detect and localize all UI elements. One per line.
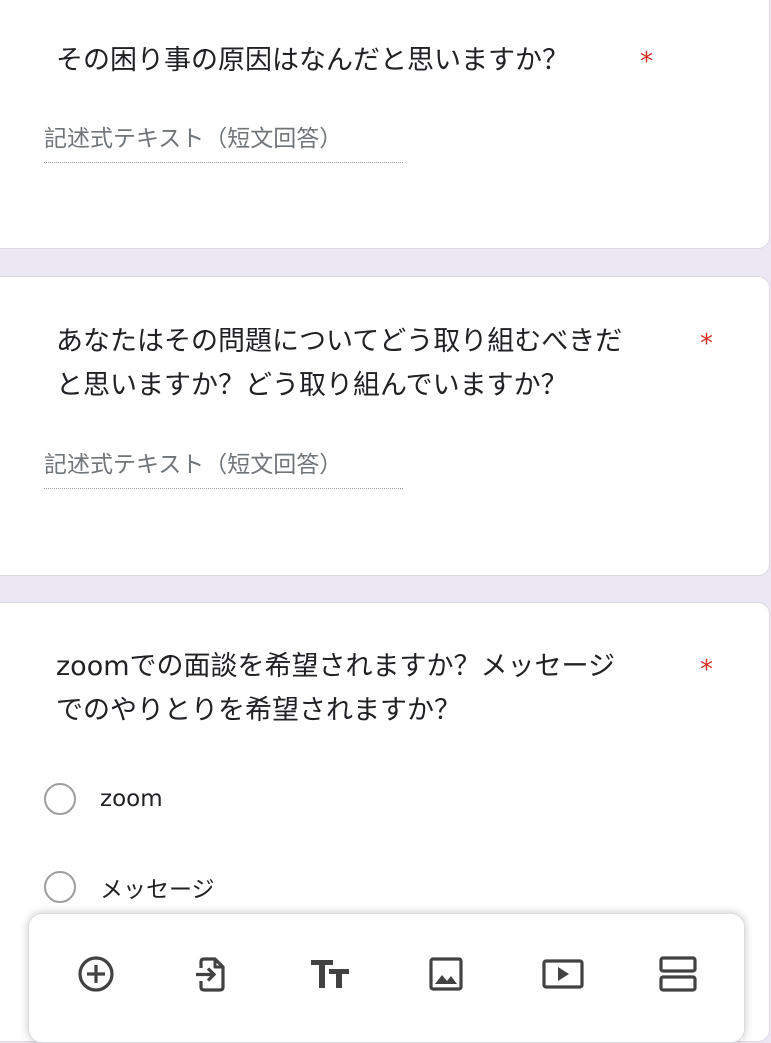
question-title-line-1: zoomでの面談を希望されますか？メッセージ [56, 651, 615, 682]
add-question-button[interactable] [72, 950, 120, 998]
radio-button[interactable] [44, 871, 76, 903]
import-questions-button[interactable] [187, 950, 235, 998]
add-image-icon [429, 957, 463, 991]
required-asterisk: * [700, 329, 713, 359]
question-title: あなたはその問題についてどう取り組むべきだ と思いますか？どう取り組んでいますか… [56, 320, 696, 408]
add-video-button[interactable] [539, 950, 587, 998]
add-title-icon [311, 960, 349, 988]
radio-option-zoom[interactable]: zoom [44, 779, 163, 819]
question-title-line-2: でのやりとりを希望されますか？ [56, 695, 461, 726]
add-section-button[interactable] [654, 950, 702, 998]
add-section-icon [659, 956, 697, 992]
import-questions-icon [196, 957, 225, 992]
question-title-line-2: と思いますか？どう取り組んでいますか？ [56, 370, 568, 401]
add-image-button[interactable] [422, 950, 470, 998]
short-answer-input[interactable] [44, 449, 403, 489]
question-title-line-1: あなたはその問題についてどう取り組むべきだ [56, 326, 623, 357]
question-title: その困り事の原因はなんだと思いますか？ [56, 45, 569, 76]
radio-option-label: zoom [100, 786, 163, 812]
question-card-1: その困り事の原因はなんだと思いますか？ * [0, 0, 770, 249]
short-answer-input[interactable] [44, 123, 403, 163]
add-video-icon [542, 959, 584, 989]
add-question-icon [78, 956, 114, 992]
required-asterisk: * [700, 655, 713, 685]
radio-button[interactable] [44, 783, 76, 815]
required-asterisk: * [640, 47, 653, 77]
question-title: zoomでの面談を希望されますか？メッセージ でのやりとりを希望されますか？ [56, 645, 696, 733]
radio-option-label: メッセージ [100, 877, 215, 903]
question-card-2: あなたはその問題についてどう取り組むべきだ と思いますか？どう取り組んでいますか… [0, 276, 770, 576]
radio-option-message[interactable]: メッセージ [44, 867, 215, 907]
add-title-button[interactable] [306, 950, 354, 998]
